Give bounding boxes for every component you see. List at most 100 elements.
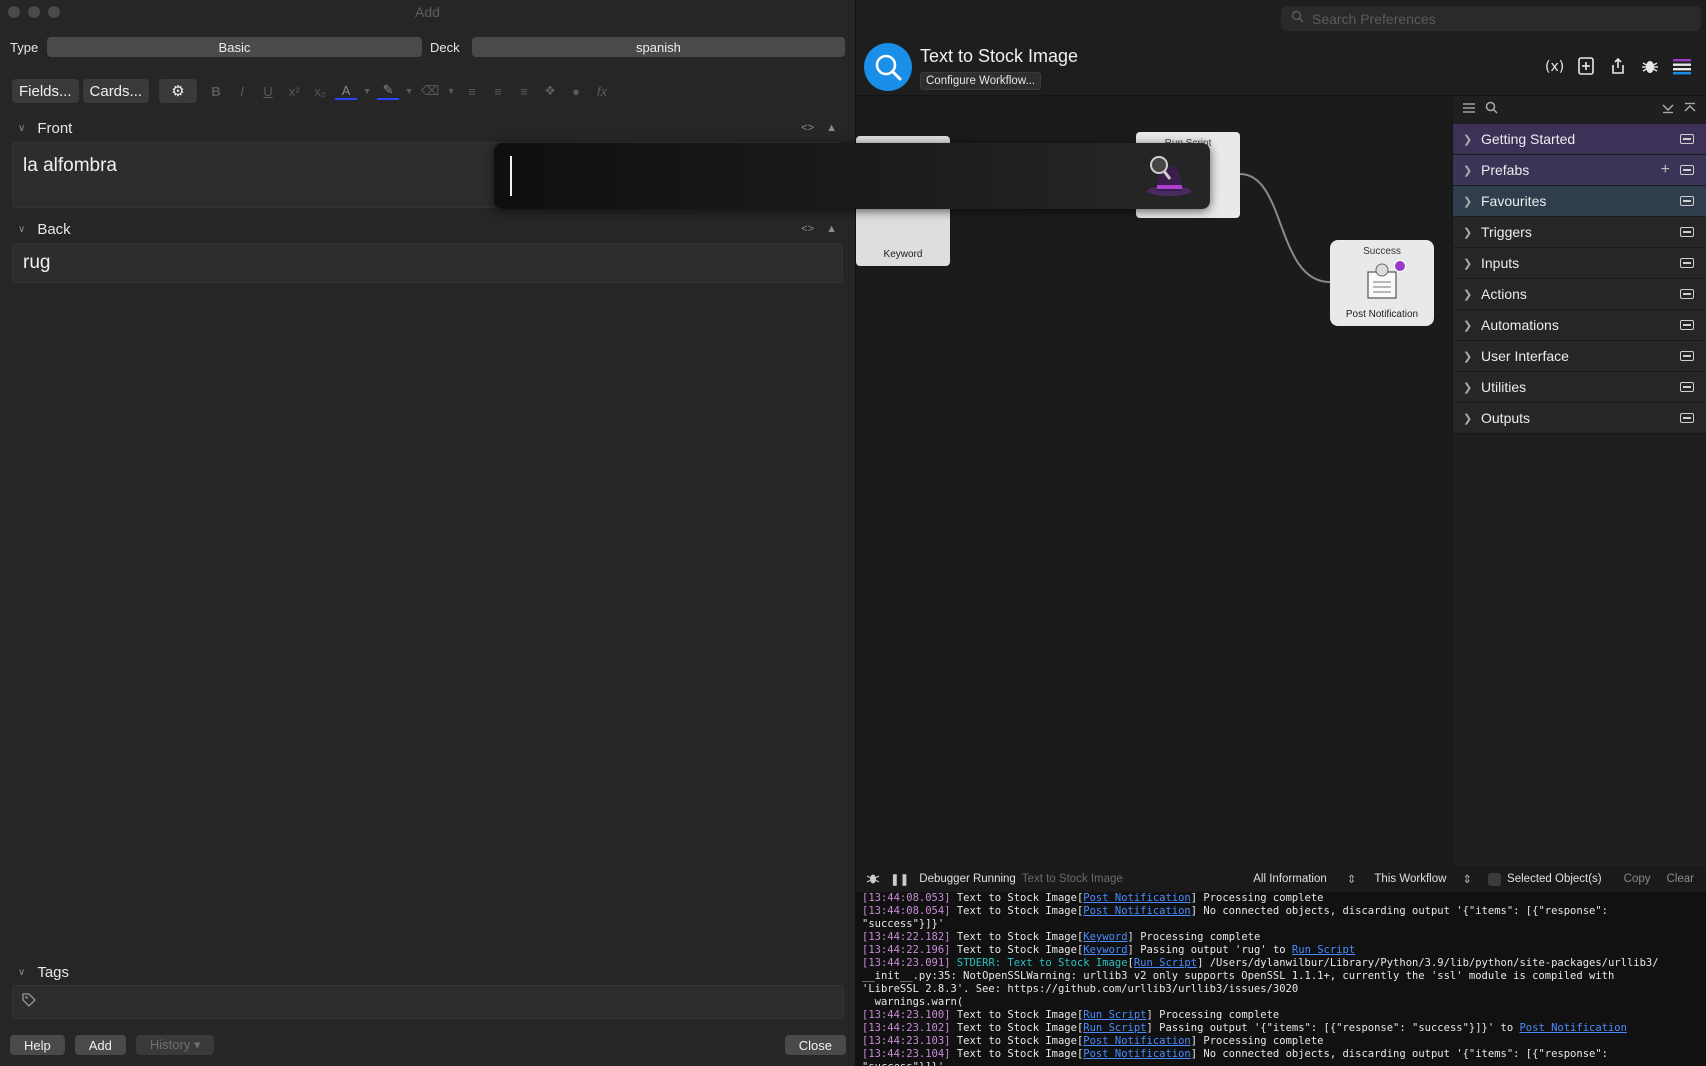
chevron-right-icon: ❯ (1463, 412, 1473, 425)
log-line: "success"}]}' (862, 1061, 1700, 1066)
log-timestamp: [13:44:23.091] (862, 957, 951, 969)
log-object-link[interactable]: Run Script (1083, 1022, 1146, 1034)
preferences-search[interactable] (1281, 6, 1701, 31)
numbered-list-icon[interactable]: ≡ (487, 79, 509, 103)
back-label: Back (37, 220, 71, 238)
pin-icon[interactable]: ▲ (826, 122, 837, 134)
log-source: Text to Stock Image (956, 1048, 1077, 1060)
add-object-icon[interactable] (1576, 56, 1596, 76)
clear-button[interactable]: Clear (1667, 873, 1694, 885)
html-editor-icon[interactable]: <> (801, 223, 814, 235)
scope-select[interactable]: This Workflow ⇕ (1374, 872, 1472, 886)
window-titlebar: Add (0, 0, 855, 24)
list-icon[interactable] (1463, 101, 1475, 119)
alfred-search-bar (494, 143, 1210, 209)
plus-icon[interactable]: + (1661, 161, 1670, 179)
note-type-select[interactable]: Basic (46, 37, 422, 57)
share-icon[interactable] (1608, 56, 1628, 76)
panel-icon (1680, 320, 1694, 330)
log-object-link[interactable]: Post Notification (1083, 1048, 1190, 1060)
history-button[interactable]: History ▾ (135, 1035, 215, 1055)
objects-item-favourites[interactable]: ❯ Favourites (1453, 186, 1706, 217)
log-object-link[interactable]: Post Notification (1083, 1035, 1190, 1047)
chevron-down-icon[interactable]: ▼ (445, 79, 457, 103)
objects-panel-icon[interactable] (1672, 56, 1692, 76)
close-button[interactable]: Close (784, 1035, 846, 1055)
objects-item-outputs[interactable]: ❯ Outputs (1453, 403, 1706, 434)
chevron-down-icon[interactable]: ▼ (403, 79, 415, 103)
cards-button[interactable]: Cards... (82, 79, 150, 103)
updown-chevron-icon: ⇕ (1346, 874, 1357, 886)
microphone-icon[interactable]: ● (565, 79, 587, 103)
collapse-down-icon[interactable] (1662, 101, 1674, 119)
log-object-link[interactable]: Run Script (1134, 957, 1197, 969)
log-object-link[interactable]: Keyword (1083, 931, 1127, 943)
underline-icon[interactable]: U (257, 79, 279, 103)
window-title: Add (415, 4, 440, 20)
log-target-link[interactable]: Run Script (1292, 944, 1355, 956)
log-object-link[interactable]: Run Script (1083, 1009, 1146, 1021)
eraser-icon[interactable]: ⌫ (419, 79, 441, 103)
text-color-icon[interactable]: A (335, 82, 358, 100)
gear-icon[interactable]: ⚙ (159, 79, 198, 103)
attachment-icon[interactable]: ❖ (539, 79, 561, 103)
filter-select[interactable]: All Information ⇕ (1253, 872, 1356, 886)
chevron-down-icon[interactable]: ∨ (18, 967, 25, 978)
bold-icon[interactable]: B (205, 79, 227, 103)
pause-icon[interactable]: ❚❚ (890, 872, 909, 886)
objects-search-icon[interactable] (1485, 101, 1498, 119)
workflow-search-icon[interactable] (864, 43, 912, 91)
variables-icon[interactable]: (x) (1544, 56, 1564, 76)
objects-item-automations[interactable]: ❯ Automations (1453, 310, 1706, 341)
log-object-link[interactable]: Post Notification (1083, 905, 1190, 917)
html-editor-icon[interactable]: <> (801, 122, 814, 134)
fields-button[interactable]: Fields... (12, 79, 79, 103)
search-icon (1291, 10, 1304, 28)
configure-workflow-button[interactable]: Configure Workflow... (920, 72, 1042, 90)
back-field[interactable]: rug (12, 243, 843, 283)
chevron-down-icon[interactable]: ∨ (18, 224, 25, 235)
objects-item-actions[interactable]: ❯ Actions (1453, 279, 1706, 310)
highlight-icon[interactable]: ✎ (377, 82, 400, 100)
front-field-header: ∨ Front <> ▲ (0, 114, 855, 142)
objects-item-triggers[interactable]: ❯ Triggers (1453, 217, 1706, 248)
tags-field[interactable] (12, 985, 844, 1019)
align-icon[interactable]: ≡ (513, 79, 535, 103)
log-object-link[interactable]: Post Notification (1083, 892, 1190, 904)
function-icon[interactable]: fx (591, 79, 613, 103)
preferences-search-input[interactable] (1312, 10, 1682, 27)
copy-button[interactable]: Copy (1624, 873, 1651, 885)
log-source: Text to Stock Image (956, 1035, 1077, 1047)
debug-bug-icon[interactable] (1640, 56, 1660, 76)
objects-item-utilities[interactable]: ❯ Utilities (1453, 372, 1706, 403)
selected-objects-checkbox[interactable]: Selected Object(s) (1488, 872, 1602, 886)
post-notification-node[interactable]: Success Post Notification (1330, 240, 1434, 326)
add-button[interactable]: Add (74, 1035, 126, 1055)
objects-item-getting-started[interactable]: ❯ Getting Started (1453, 124, 1706, 155)
panel-icon (1680, 382, 1694, 392)
workflow-canvas[interactable]: Keyword Run Script Success Post Notifica… (856, 96, 1452, 866)
deck-select[interactable]: spanish (471, 37, 845, 57)
italic-icon[interactable]: I (231, 79, 253, 103)
help-button[interactable]: Help (10, 1035, 65, 1055)
subscript-icon[interactable]: x₂ (309, 79, 331, 103)
log-line: "success"}]}' (862, 918, 1700, 931)
objects-item-inputs[interactable]: ❯ Inputs (1453, 248, 1706, 279)
log-object-link[interactable]: Keyword (1083, 944, 1127, 956)
chevron-down-icon[interactable]: ▼ (361, 79, 373, 103)
bullet-list-icon[interactable]: ≡ (461, 79, 483, 103)
log-message: Processing complete (1133, 931, 1261, 943)
log-timestamp: [13:44:23.102] (862, 1022, 951, 1034)
log-target-link[interactable]: Post Notification (1519, 1022, 1626, 1034)
pin-icon[interactable]: ▲ (826, 223, 837, 235)
collapse-up-icon[interactable] (1684, 101, 1696, 119)
tags-label: Tags (37, 963, 70, 981)
debugger-bug-icon[interactable] (866, 871, 880, 888)
superscript-icon[interactable]: x² (283, 79, 305, 103)
alfred-query-input[interactable] (508, 155, 1128, 197)
chevron-down-icon[interactable]: ∨ (18, 123, 25, 134)
objects-item-prefabs[interactable]: ❯ Prefabs + (1453, 155, 1706, 186)
objects-item-user-interface[interactable]: ❯ User Interface (1453, 341, 1706, 372)
svg-text:(x): (x) (1545, 59, 1564, 75)
text-caret (510, 156, 512, 196)
